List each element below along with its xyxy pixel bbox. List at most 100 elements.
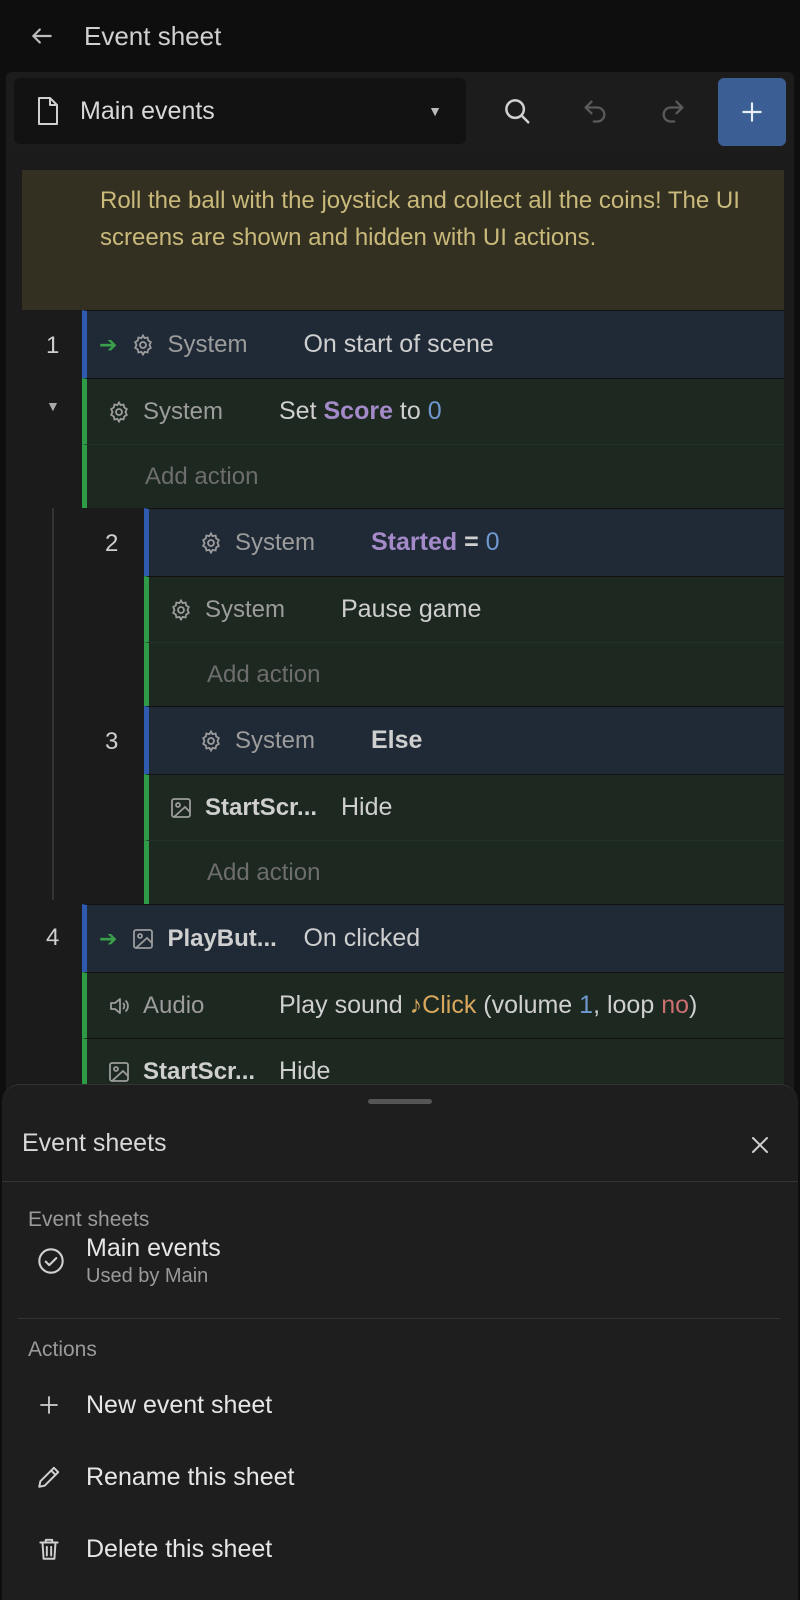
event-number: 4 (46, 924, 60, 951)
event-condition[interactable]: ➔ PlayBut... On clicked (82, 904, 784, 972)
page-title: Event sheet (84, 20, 222, 51)
redo-button[interactable] (640, 78, 706, 144)
image-icon (105, 1058, 133, 1086)
arrow-left-icon (32, 28, 52, 44)
action-verb: Play sound (279, 991, 403, 1019)
redo-icon (662, 100, 684, 123)
number-value: 0 (485, 528, 500, 556)
close-paren: ) (689, 991, 698, 1019)
param-loop-label: , loop (593, 991, 655, 1019)
condition-text: On start of scene (303, 330, 494, 358)
action-preposition: to (399, 397, 421, 425)
gear-icon (197, 727, 225, 755)
action-verb: Set (279, 397, 317, 425)
back-button[interactable] (22, 16, 62, 56)
boolean-value: no (661, 991, 689, 1019)
section-label-actions: Actions (28, 1338, 97, 1361)
panel-title: Event sheets (22, 1129, 167, 1157)
pencil-icon (34, 1462, 64, 1492)
undo-icon (584, 100, 606, 123)
number-value: 1 (579, 991, 594, 1019)
param-volume-label: (volume (483, 991, 573, 1019)
action-object: Audio (143, 991, 205, 1019)
action-object: StartScr... (205, 793, 318, 821)
variable-name: Score (323, 397, 393, 425)
plus-icon (34, 1390, 64, 1420)
drag-handle[interactable] (368, 1099, 432, 1104)
sub-event-gutter (82, 508, 144, 900)
rename-sheet-button[interactable]: Rename this sheet (16, 1444, 780, 1510)
image-icon (167, 794, 195, 822)
event-number: 1 (46, 332, 60, 359)
action-object: System (143, 397, 224, 425)
comment-block[interactable]: Roll the ball with the joystick and coll… (22, 170, 784, 310)
search-button[interactable] (484, 78, 550, 144)
undo-button[interactable] (562, 78, 628, 144)
variable-name: Started (371, 528, 458, 556)
rename-sheet-label: Rename this sheet (86, 1462, 295, 1491)
operator: = (464, 528, 479, 556)
event-sheet-editor: Roll the ball with the joystick and coll… (6, 152, 794, 1092)
action-text: Pause game (341, 595, 482, 623)
music-note-icon: ♪ (409, 991, 423, 1019)
speaker-icon (105, 992, 133, 1020)
event-condition[interactable]: ➔ System On start of scene (82, 310, 784, 378)
chevron-down-icon: ▼ (428, 103, 442, 119)
event-action[interactable]: System Set Score to 0 (82, 378, 784, 444)
event-action[interactable]: Audio Play sound ♪Click (volume 1, loop … (82, 972, 784, 1038)
action-object: StartScr... (143, 1057, 256, 1085)
image-icon (129, 925, 157, 953)
sound-name: Click (422, 991, 477, 1019)
trash-icon (34, 1534, 64, 1564)
gear-icon (105, 398, 133, 426)
event-condition[interactable]: System Started = 0 (144, 508, 784, 576)
condition-object: System (167, 330, 248, 358)
search-icon (505, 99, 530, 124)
event-number: 2 (105, 530, 119, 557)
sub-event-line (52, 508, 54, 900)
delete-sheet-button[interactable]: Delete this sheet (16, 1516, 780, 1582)
action-object: System (205, 595, 286, 623)
divider (2, 1181, 798, 1182)
trigger-arrow-icon: ➔ (99, 331, 118, 357)
gear-icon (129, 331, 157, 359)
condition-text: On clicked (303, 924, 421, 952)
condition-text: Else (371, 726, 423, 754)
add-action-button[interactable]: Add action (82, 444, 784, 508)
collapse-toggle-icon[interactable]: ▼ (46, 398, 60, 414)
action-text: Hide (341, 793, 393, 821)
condition-object: PlayBut... (167, 924, 277, 952)
new-event-sheet-button[interactable]: New event sheet (16, 1372, 780, 1438)
add-action-button[interactable]: Add action (144, 840, 784, 904)
toolbar: Main events ▼ (6, 72, 794, 152)
trigger-arrow-icon: ➔ (99, 925, 118, 951)
gear-icon (167, 596, 195, 624)
condition-object: System (235, 528, 316, 556)
event-condition[interactable]: System Else (144, 706, 784, 774)
event-number: 3 (105, 728, 119, 755)
event-action[interactable]: StartScr... Hide (144, 774, 784, 840)
close-button[interactable] (740, 1125, 780, 1165)
number-value: 0 (427, 397, 442, 425)
divider (18, 1318, 780, 1319)
sheet-item-main-events[interactable]: Main events Used by Main (16, 1222, 780, 1300)
gear-icon (197, 529, 225, 557)
check-circle-icon (36, 1246, 66, 1276)
event-sheet-select[interactable]: Main events ▼ (14, 78, 466, 144)
document-icon (36, 96, 60, 126)
close-icon (752, 1137, 768, 1153)
delete-sheet-label: Delete this sheet (86, 1534, 273, 1563)
condition-text: Started = 0 (371, 528, 500, 557)
sheet-subtitle: Used by Main (86, 1265, 209, 1287)
sheet-item-texts: Main events Used by Main (86, 1234, 221, 1288)
add-button[interactable] (718, 78, 786, 146)
plus-icon (742, 102, 762, 122)
action-text: Set Score to 0 (279, 397, 442, 426)
new-event-sheet-label: New event sheet (86, 1390, 273, 1419)
action-text: Play sound ♪Click (volume 1, loop no) (279, 991, 697, 1020)
selected-sheet-label: Main events (80, 96, 215, 125)
sheet-name: Main events (86, 1234, 221, 1262)
add-action-button[interactable]: Add action (144, 642, 784, 706)
app-header: Event sheet (0, 0, 800, 72)
event-action[interactable]: System Pause game (144, 576, 784, 642)
